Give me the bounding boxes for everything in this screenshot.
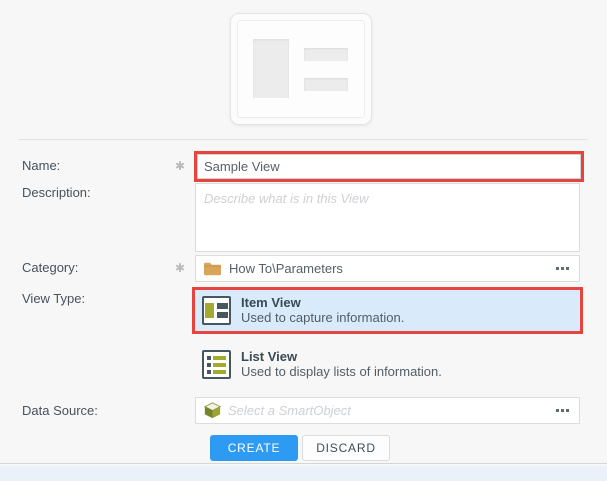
view-type-option-item-view[interactable]: Item View Used to capture information.: [195, 290, 580, 331]
create-view-dialog: Name: ✱ Description: Category: ✱ How To\…: [0, 0, 607, 481]
list-view-icon: [202, 350, 231, 379]
discard-button[interactable]: DISCARD: [302, 435, 390, 461]
item-view-title: Item View: [241, 294, 301, 310]
annotation-highlight-name: [194, 151, 584, 182]
data-source-label: Data Source:: [22, 403, 98, 418]
category-label: Category:: [22, 260, 79, 275]
footer-strip: [0, 466, 607, 481]
preview-bar-shape: [304, 48, 348, 61]
smartobject-cube-icon: [204, 402, 221, 419]
create-button[interactable]: CREATE: [210, 435, 298, 461]
folder-icon: [204, 262, 221, 276]
category-browse-ellipsis-icon[interactable]: [554, 263, 571, 274]
required-icon: ✱: [175, 261, 186, 275]
list-view-title: List View: [241, 348, 298, 364]
view-type-option-list-view[interactable]: List View Used to display lists of infor…: [195, 344, 580, 385]
section-divider: [19, 139, 588, 140]
name-label: Name:: [22, 158, 61, 173]
category-field[interactable]: How To\Parameters: [195, 255, 580, 282]
item-view-description: Used to capture information.: [241, 309, 405, 325]
data-source-browse-ellipsis-icon[interactable]: [554, 405, 571, 416]
data-source-field[interactable]: Select a SmartObject: [195, 397, 580, 424]
view-preview-thumbnail: [230, 13, 372, 125]
preview-column-shape: [253, 39, 289, 98]
preview-bar-shape: [304, 78, 348, 91]
list-view-description: Used to display lists of information.: [241, 363, 442, 379]
required-icon: ✱: [175, 159, 186, 173]
name-input[interactable]: [197, 154, 581, 179]
footer-divider: [0, 463, 607, 464]
description-textarea[interactable]: [195, 183, 580, 252]
item-view-icon: [202, 296, 231, 325]
annotation-highlight-item-view: Item View Used to capture information.: [192, 287, 583, 334]
description-label: Description:: [22, 185, 91, 200]
view-type-label: View Type:: [22, 291, 86, 306]
category-value: How To\Parameters: [229, 261, 343, 276]
data-source-placeholder: Select a SmartObject: [228, 403, 351, 418]
